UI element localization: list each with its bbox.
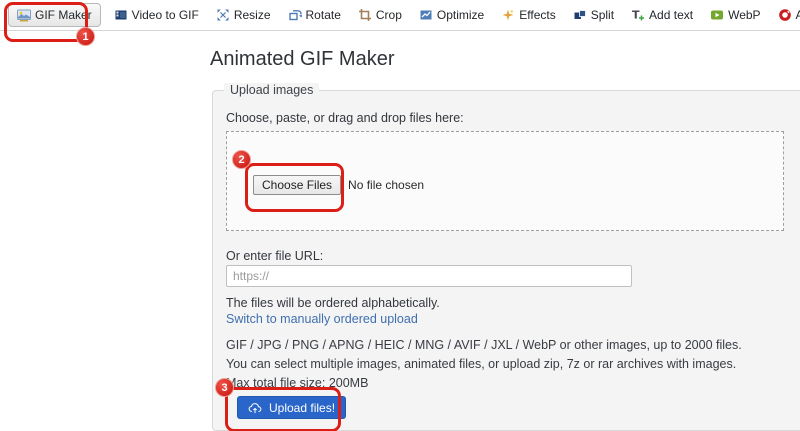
top-tab-bar: GIF Maker Video to GIF Resize Rotate Cro… (0, 0, 800, 31)
tab-video-to-gif[interactable]: Video to GIF (110, 4, 203, 26)
resize-icon (216, 8, 230, 22)
no-file-chosen-text: No file chosen (348, 178, 425, 192)
tab-split[interactable]: Split (569, 4, 618, 26)
tab-label: Add text (649, 8, 694, 22)
url-field-label: Or enter file URL: (226, 249, 324, 263)
upload-files-button[interactable]: Upload files! (237, 396, 347, 419)
page-title: Animated GIF Maker (210, 48, 395, 70)
effects-icon (501, 8, 515, 22)
split-icon (573, 8, 587, 22)
apng-icon (778, 8, 792, 22)
file-url-input[interactable] (226, 265, 632, 287)
tab-crop[interactable]: Crop (354, 4, 406, 26)
manual-order-link[interactable]: Switch to manually ordered upload (226, 312, 418, 326)
optimize-icon (419, 8, 433, 22)
tab-webp[interactable]: WebP (706, 4, 764, 26)
tab-label: Video to GIF (131, 8, 199, 22)
tab-label: Effects (519, 8, 556, 22)
gif-maker-icon (17, 8, 31, 22)
tab-optimize[interactable]: Optimize (415, 4, 488, 26)
tab-label: Crop (375, 8, 402, 22)
file-input-row: Choose Files No file chosen (253, 175, 424, 195)
max-file-size-text: Max total file size: 200MB (226, 376, 369, 390)
tab-label: Rotate (305, 8, 341, 22)
tab-label: Split (590, 8, 615, 22)
webp-icon (710, 8, 724, 22)
upload-button-label: Upload files! (269, 400, 336, 415)
formats-line-1: GIF / JPG / PNG / APNG / HEIC / MNG / AV… (226, 338, 742, 352)
tab-label: Optimize (436, 8, 485, 22)
annotation-step1-badge: 1 (76, 27, 95, 46)
crop-icon (358, 8, 372, 22)
formats-line-2: You can select multiple images, animated… (226, 357, 737, 371)
cloud-upload-icon (248, 401, 263, 414)
order-note-text: The files will be ordered alphabetically… (226, 296, 440, 310)
tab-label: WebP (728, 8, 761, 22)
upload-legend: Upload images (224, 83, 320, 97)
tab-label: GIF Maker (35, 8, 92, 22)
choose-files-button[interactable]: Choose Files (253, 175, 342, 195)
tab-label: Resize (233, 8, 271, 22)
annotation-step3-badge: 3 (215, 378, 234, 397)
tab-effects[interactable]: Effects (497, 4, 559, 26)
video-to-gif-icon (114, 8, 128, 22)
rotate-icon (288, 8, 302, 22)
file-dropzone[interactable]: Choose Files No file chosen (226, 131, 784, 231)
tab-label: APNG (795, 8, 800, 22)
annotation-step2-badge: 2 (232, 150, 251, 169)
svg-text:T: T (632, 9, 640, 22)
add-text-icon: T (631, 8, 645, 22)
tab-resize[interactable]: Resize (212, 4, 275, 26)
tab-apng[interactable]: APNG (774, 4, 800, 26)
drop-hint-text: Choose, paste, or drag and drop files he… (226, 111, 464, 125)
supported-formats-text: GIF / JPG / PNG / APNG / HEIC / MNG / AV… (226, 336, 742, 393)
gif-maker-page: GIF Maker Video to GIF Resize Rotate Cro… (0, 0, 800, 431)
tab-add-text[interactable]: T Add text (627, 4, 697, 26)
tab-gif-maker[interactable]: GIF Maker (8, 3, 101, 27)
tab-rotate[interactable]: Rotate (284, 4, 345, 26)
